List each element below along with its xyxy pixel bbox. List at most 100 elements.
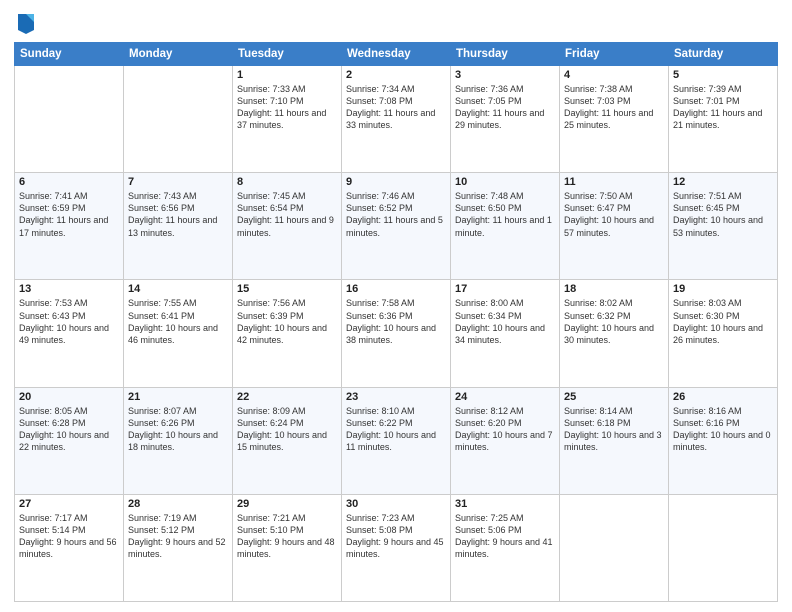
sunrise-text: Sunrise: 7:21 AM [237,512,337,524]
sunset-text: Sunset: 6:52 PM [346,202,446,214]
sunset-text: Sunset: 7:08 PM [346,95,446,107]
sunrise-text: Sunrise: 7:17 AM [19,512,119,524]
day-number: 9 [346,176,446,188]
sunrise-text: Sunrise: 7:58 AM [346,297,446,309]
day-info: Sunrise: 7:45 AMSunset: 6:54 PMDaylight:… [237,190,337,239]
day-number: 18 [564,283,664,295]
sunset-text: Sunset: 6:18 PM [564,417,664,429]
day-number: 6 [19,176,119,188]
sunset-text: Sunset: 6:24 PM [237,417,337,429]
day-cell: 25Sunrise: 8:14 AMSunset: 6:18 PMDayligh… [560,387,669,494]
day-number: 14 [128,283,228,295]
sunset-text: Sunset: 5:06 PM [455,524,555,536]
day-info: Sunrise: 7:46 AMSunset: 6:52 PMDaylight:… [346,190,446,239]
day-cell: 3 Sunrise: 7:36 AMSunset: 7:05 PMDaylight… [451,66,560,173]
day-info: Sunrise: 7:48 AMSunset: 6:50 PMDaylight:… [455,190,555,239]
day-cell: 22 Sunrise: 8:09 AMSunset: 6:24 PMDayligh… [233,387,342,494]
sunset-text: Sunset: 7:01 PM [673,95,773,107]
day-info: Sunrise: 7:34 AMSunset: 7:08 PMDaylight:… [346,83,446,132]
sunrise-text: Sunrise: 7:48 AM [455,190,555,202]
day-cell: 18Sunrise: 8:02 AMSunset: 6:32 PMDayligh… [560,280,669,387]
sunrise-text: Sunrise: 7:39 AM [673,83,773,95]
calendar-table: SundayMondayTuesdayWednesdayThursdayFrid… [14,42,778,602]
daylight-text: Daylight: 11 hours and 5 minutes. [346,214,446,238]
sunrise-text: Sunrise: 7:41 AM [19,190,119,202]
day-cell: 5Sunrise: 7:39 AMSunset: 7:01 PMDaylight… [669,66,778,173]
daylight-text: Daylight: 10 hours and 15 minutes. [237,429,337,453]
day-info: Sunrise: 7:53 AMSunset: 6:43 PMDaylight:… [19,297,119,346]
day-number: 29 [237,498,337,510]
day-number: 19 [673,283,773,295]
day-cell: 29Sunrise: 7:21 AMSunset: 5:10 PMDayligh… [233,494,342,601]
day-cell: 17Sunrise: 8:00 AMSunset: 6:34 PMDayligh… [451,280,560,387]
daylight-text: Daylight: 10 hours and 7 minutes. [455,429,555,453]
sunrise-text: Sunrise: 7:56 AM [237,297,337,309]
day-cell: 26Sunrise: 8:16 AMSunset: 6:16 PMDayligh… [669,387,778,494]
day-cell: 6 Sunrise: 7:41 AMSunset: 6:59 PMDaylight… [15,173,124,280]
sunset-text: Sunset: 6:26 PM [128,417,228,429]
day-cell: 16 Sunrise: 7:58 AMSunset: 6:36 PMDayligh… [342,280,451,387]
day-info: Sunrise: 8:10 AMSunset: 6:22 PMDaylight:… [346,405,446,454]
daylight-text: Daylight: 10 hours and 53 minutes. [673,214,773,238]
day-cell: 9 Sunrise: 7:46 AMSunset: 6:52 PMDaylight… [342,173,451,280]
sunset-text: Sunset: 5:14 PM [19,524,119,536]
day-info: Sunrise: 7:19 AMSunset: 5:12 PMDaylight:… [128,512,228,561]
day-number: 20 [19,391,119,403]
sunrise-text: Sunrise: 7:38 AM [564,83,664,95]
day-cell: 27Sunrise: 7:17 AMSunset: 5:14 PMDayligh… [15,494,124,601]
day-cell: 7Sunrise: 7:43 AMSunset: 6:56 PMDaylight… [124,173,233,280]
sunset-text: Sunset: 6:43 PM [19,310,119,322]
day-cell: 13 Sunrise: 7:53 AMSunset: 6:43 PMDayligh… [15,280,124,387]
sunrise-text: Sunrise: 8:09 AM [237,405,337,417]
day-number: 3 [455,69,555,81]
day-cell: 1Sunrise: 7:33 AMSunset: 7:10 PMDaylight… [233,66,342,173]
weekday-header-saturday: Saturday [669,43,778,66]
day-cell: 8Sunrise: 7:45 AMSunset: 6:54 PMDaylight… [233,173,342,280]
daylight-text: Daylight: 10 hours and 3 minutes. [564,429,664,453]
sunset-text: Sunset: 7:03 PM [564,95,664,107]
day-cell: 28Sunrise: 7:19 AMSunset: 5:12 PMDayligh… [124,494,233,601]
sunrise-text: Sunrise: 7:46 AM [346,190,446,202]
day-cell [15,66,124,173]
day-info: Sunrise: 8:14 AMSunset: 6:18 PMDaylight:… [564,405,664,454]
day-number: 13 [19,283,119,295]
daylight-text: Daylight: 10 hours and 30 minutes. [564,322,664,346]
day-info: Sunrise: 7:50 AMSunset: 6:47 PMDaylight:… [564,190,664,239]
day-number: 22 [237,391,337,403]
sunset-text: Sunset: 6:36 PM [346,310,446,322]
sunset-text: Sunset: 6:39 PM [237,310,337,322]
day-info: Sunrise: 7:38 AMSunset: 7:03 PMDaylight:… [564,83,664,132]
sunrise-text: Sunrise: 8:05 AM [19,405,119,417]
daylight-text: Daylight: 10 hours and 46 minutes. [128,322,228,346]
weekday-header-friday: Friday [560,43,669,66]
daylight-text: Daylight: 11 hours and 1 minute. [455,214,555,238]
day-info: Sunrise: 8:05 AMSunset: 6:28 PMDaylight:… [19,405,119,454]
day-info: Sunrise: 7:58 AMSunset: 6:36 PMDaylight:… [346,297,446,346]
day-info: Sunrise: 8:09 AMSunset: 6:24 PMDaylight:… [237,405,337,454]
daylight-text: Daylight: 11 hours and 37 minutes. [237,107,337,131]
week-row-5: 27Sunrise: 7:17 AMSunset: 5:14 PMDayligh… [15,494,778,601]
daylight-text: Daylight: 10 hours and 22 minutes. [19,429,119,453]
day-info: Sunrise: 7:56 AMSunset: 6:39 PMDaylight:… [237,297,337,346]
daylight-text: Daylight: 9 hours and 56 minutes. [19,536,119,560]
day-info: Sunrise: 8:03 AMSunset: 6:30 PMDaylight:… [673,297,773,346]
sunrise-text: Sunrise: 7:23 AM [346,512,446,524]
weekday-header-row: SundayMondayTuesdayWednesdayThursdayFrid… [15,43,778,66]
day-cell: 4Sunrise: 7:38 AMSunset: 7:03 PMDaylight… [560,66,669,173]
day-cell: 14Sunrise: 7:55 AMSunset: 6:41 PMDayligh… [124,280,233,387]
day-cell [560,494,669,601]
calendar-page: SundayMondayTuesdayWednesdayThursdayFrid… [0,0,792,612]
weekday-header-sunday: Sunday [15,43,124,66]
sunrise-text: Sunrise: 8:00 AM [455,297,555,309]
day-number: 30 [346,498,446,510]
week-row-1: 1Sunrise: 7:33 AMSunset: 7:10 PMDaylight… [15,66,778,173]
day-info: Sunrise: 7:41 AMSunset: 6:59 PMDaylight:… [19,190,119,239]
day-info: Sunrise: 7:36 AMSunset: 7:05 PMDaylight:… [455,83,555,132]
day-number: 16 [346,283,446,295]
daylight-text: Daylight: 11 hours and 9 minutes. [237,214,337,238]
day-info: Sunrise: 8:07 AMSunset: 6:26 PMDaylight:… [128,405,228,454]
sunrise-text: Sunrise: 7:33 AM [237,83,337,95]
day-number: 21 [128,391,228,403]
day-number: 5 [673,69,773,81]
sunset-text: Sunset: 6:22 PM [346,417,446,429]
